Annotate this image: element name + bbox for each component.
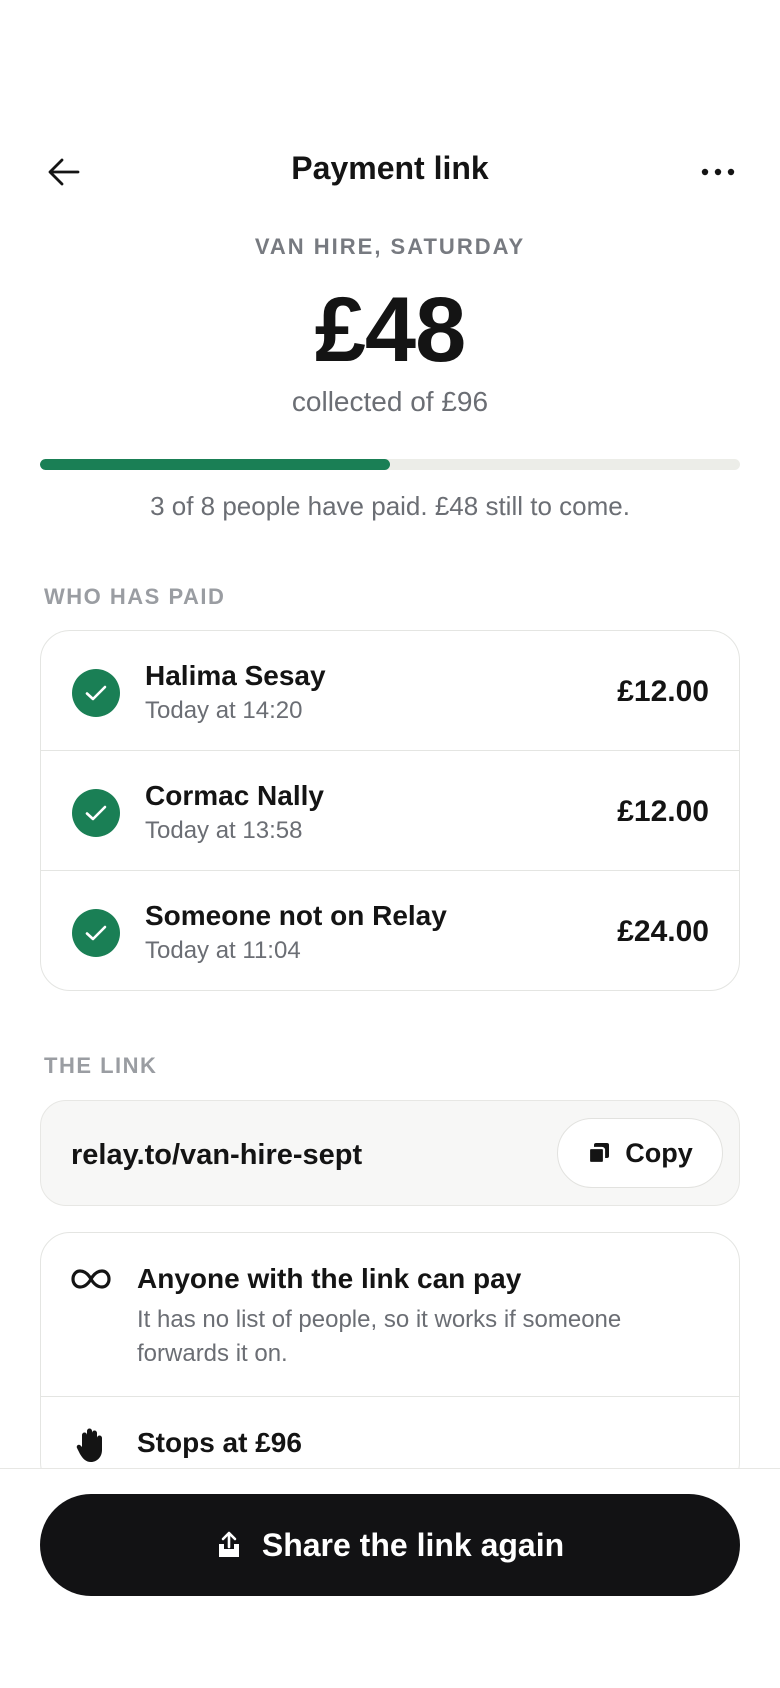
infinity-icon	[71, 1259, 111, 1299]
info-row-anyone-can-pay: Anyone with the link can pay It has no l…	[41, 1233, 739, 1397]
info-title: Stops at £96	[137, 1427, 302, 1458]
payment-time: Today at 14:20	[145, 697, 303, 724]
payment-time: Today at 13:58	[145, 817, 303, 844]
collected-amount: £48	[314, 279, 467, 381]
more-horizontal-icon	[701, 168, 735, 176]
arrow-left-icon	[48, 158, 80, 186]
share-icon	[218, 1531, 239, 1557]
payer-name: Someone not on Relay	[145, 900, 447, 931]
payment-amount: £24.00	[617, 915, 709, 948]
hand-stop-icon	[71, 1425, 111, 1465]
copy-icon	[588, 1143, 610, 1165]
top-app-bar: Payment link	[0, 140, 780, 202]
more-options-button[interactable]	[692, 150, 744, 194]
payer-name: Cormac Nally	[145, 780, 324, 811]
collection-progress-bar	[40, 459, 740, 470]
check-circle-icon	[72, 789, 120, 837]
section-label-the-link: THE LINK	[44, 1053, 158, 1078]
payment-row[interactable]: Someone not on Relay Today at 11:04 £24.…	[41, 871, 739, 990]
link-purpose-label: VAN HIRE, SATURDAY	[254, 234, 526, 259]
bottom-action-bar: Share the link again	[0, 1468, 780, 1688]
info-description: It has no list of people, so it works if…	[137, 1306, 622, 1367]
info-title: Anyone with the link can pay	[137, 1263, 522, 1294]
collected-of-total: collected of £96	[291, 386, 489, 417]
payments-list: Halima Sesay Today at 14:20 £12.00 Corma…	[40, 630, 740, 991]
progress-note: 3 of 8 people have paid. £48 still to co…	[150, 491, 630, 521]
page-title: Payment link	[291, 150, 489, 186]
link-field[interactable]: relay.to/van-hire-sept Copy	[40, 1100, 740, 1206]
section-label-who-has-paid: WHO HAS PAID	[44, 584, 226, 609]
payment-amount: £12.00	[617, 795, 709, 828]
payer-name: Halima Sesay	[145, 660, 326, 691]
payment-row[interactable]: Halima Sesay Today at 14:20 £12.00	[41, 631, 739, 751]
payment-amount: £12.00	[617, 675, 709, 708]
link-url[interactable]: relay.to/van-hire-sept	[71, 1139, 362, 1172]
copy-link-button[interactable]: Copy	[557, 1118, 723, 1188]
payment-row[interactable]: Cormac Nally Today at 13:58 £12.00	[41, 751, 739, 871]
share-link-button[interactable]: Share the link again	[40, 1494, 740, 1596]
payment-time: Today at 11:04	[145, 937, 301, 964]
progress-fill	[40, 459, 390, 470]
share-button-label: Share the link again	[261, 1526, 565, 1563]
back-button[interactable]	[38, 150, 90, 194]
check-circle-icon	[72, 909, 120, 957]
copy-button-label: Copy	[625, 1137, 693, 1168]
link-settings-card: Anyone with the link can pay It has no l…	[40, 1232, 740, 1492]
check-circle-icon	[72, 669, 120, 717]
